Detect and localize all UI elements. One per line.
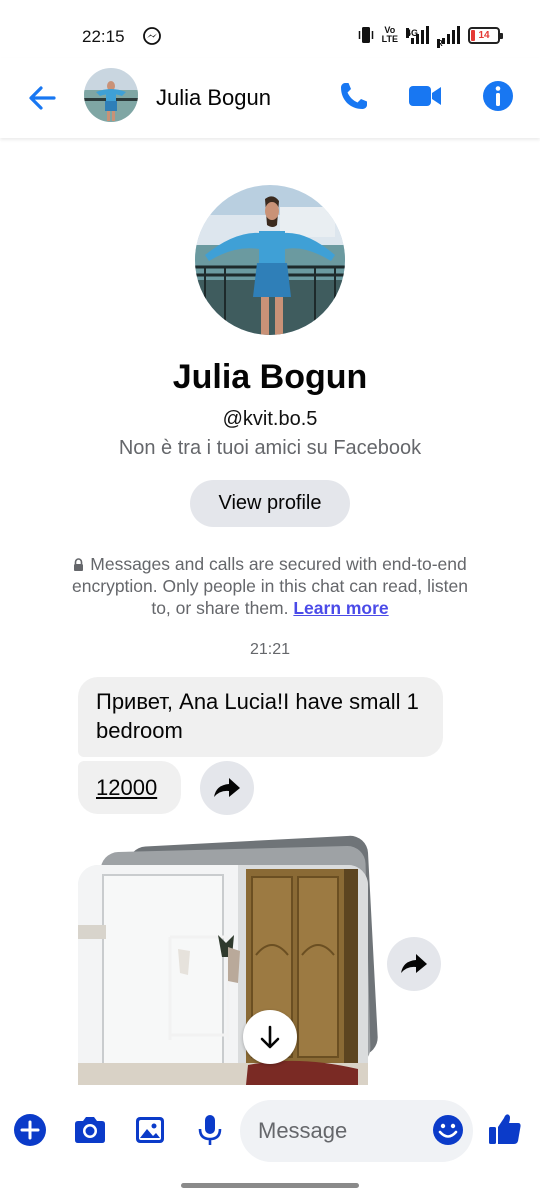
lock-icon [74, 558, 84, 571]
header-avatar[interactable] [84, 68, 138, 122]
message-bubble[interactable]: Привет, Ana Lucia!I have small 1 bedroom [78, 677, 443, 757]
download-arrow-icon [260, 1025, 280, 1049]
header-contact-name[interactable]: Julia Bogun [156, 85, 271, 111]
battery-icon: 14 [468, 26, 503, 44]
camera-icon[interactable] [72, 1112, 108, 1148]
profile-avatar[interactable] [195, 185, 345, 335]
learn-more-link[interactable]: Learn more [293, 598, 388, 618]
message-bubble-number[interactable]: 12000 [78, 761, 181, 814]
chat-header: Julia Bogun [0, 58, 540, 138]
signal-icon-2: R [437, 26, 460, 48]
volte-indicator: Vo LTE [381, 25, 398, 44]
network-type: 4G [406, 28, 419, 38]
home-indicator[interactable] [181, 1183, 359, 1188]
profile-handle: @kvit.bo.5 [222, 408, 318, 430]
roaming-indicator: R [437, 39, 443, 48]
microphone-icon[interactable] [192, 1112, 228, 1148]
forward-button[interactable] [200, 761, 254, 815]
gallery-icon[interactable] [132, 1112, 168, 1148]
phone-icon[interactable] [336, 78, 372, 114]
video-camera-icon[interactable] [407, 78, 443, 114]
profile-name: Julia Bogun [172, 358, 368, 396]
thumbs-up-icon[interactable] [486, 1110, 524, 1148]
vibrate-icon [358, 27, 373, 43]
signal-icon: 4G [406, 26, 429, 44]
messenger-icon [143, 27, 161, 45]
status-indicators: Vo LTE 4G R 14 [358, 25, 503, 48]
encryption-text: Messages and calls are secured with end-… [72, 554, 468, 618]
encryption-notice: Messages and calls are secured with end-… [70, 553, 470, 619]
status-time: 22:15 [82, 27, 125, 46]
emoji-icon[interactable] [430, 1112, 466, 1148]
download-button[interactable] [243, 1010, 297, 1064]
photo-attachment-stack[interactable] [78, 834, 379, 1090]
forward-arrow-icon [214, 778, 240, 797]
info-icon[interactable] [480, 78, 516, 114]
back-arrow-icon[interactable] [24, 80, 60, 116]
photo-attachment[interactable] [78, 865, 368, 1085]
message-timestamp: 21:21 [249, 641, 291, 658]
plus-icon[interactable] [12, 1112, 48, 1148]
message-composer [0, 1092, 540, 1172]
battery-level: 14 [478, 29, 490, 41]
friend-status: Non è tra i tuoi amici su Facebook [118, 437, 422, 459]
forward-arrow-icon [401, 954, 427, 973]
forward-button-photo[interactable] [387, 937, 441, 991]
view-profile-button[interactable]: View profile [190, 480, 350, 527]
